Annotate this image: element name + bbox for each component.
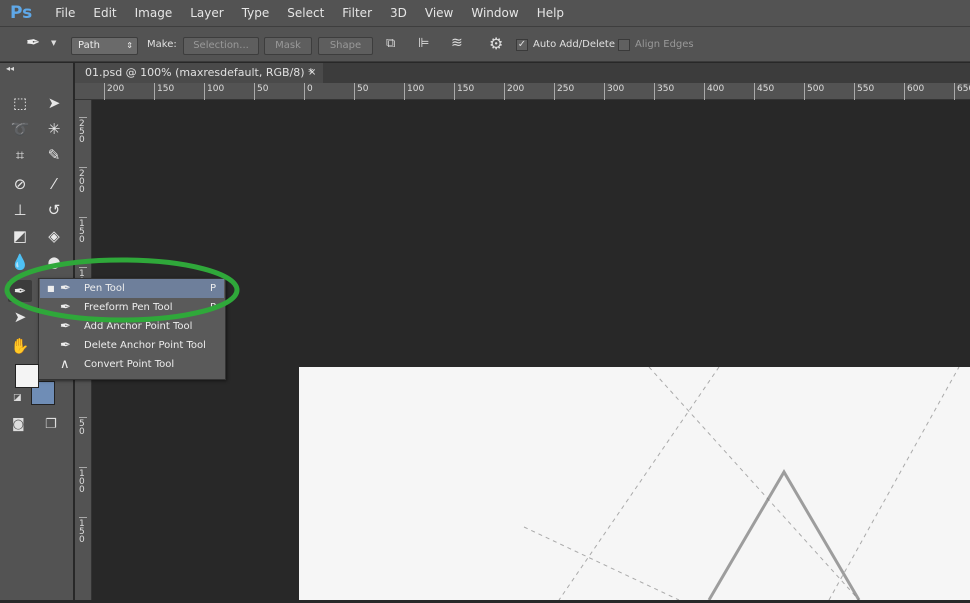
artwork bbox=[523, 366, 960, 601]
document-tab[interactable]: 01.psd @ 100% (maxresdefault, RGB/8) * × bbox=[75, 63, 323, 83]
menu-layer[interactable]: Layer bbox=[181, 6, 232, 20]
shape-button[interactable]: Shape bbox=[318, 37, 373, 55]
ruler-tick-label: 250 bbox=[554, 83, 574, 100]
path-arrangement-icon[interactable]: ≋ bbox=[451, 35, 463, 51]
path-operations-icon[interactable]: ⧉ bbox=[386, 36, 395, 51]
ruler-tick-label: 650 bbox=[954, 83, 970, 100]
ruler-tick-label: 150 bbox=[454, 83, 474, 100]
ruler-tick-label: 200 bbox=[104, 83, 124, 100]
auto-add-delete-checkbox[interactable]: ✓ bbox=[516, 39, 528, 51]
menu-filter[interactable]: Filter bbox=[333, 6, 381, 20]
menu-view[interactable]: View bbox=[416, 6, 462, 20]
lasso-tool-icon[interactable]: ➰ bbox=[8, 118, 32, 140]
mode-select[interactable]: Path ⇕ bbox=[71, 37, 138, 55]
canvas[interactable] bbox=[299, 366, 970, 601]
make-label: Make: bbox=[147, 39, 177, 50]
brush-tool-icon[interactable]: ⁄ bbox=[42, 173, 66, 195]
document-title: 01.psd @ 100% (maxresdefault, RGB/8) * bbox=[85, 66, 314, 79]
ruler-tick-label: 100 bbox=[204, 83, 224, 100]
ruler-tick-label: 50 bbox=[79, 417, 87, 437]
close-tab-icon[interactable]: × bbox=[308, 63, 316, 83]
mask-button[interactable]: Mask bbox=[264, 37, 312, 55]
ruler-tick-label: 50 bbox=[354, 83, 368, 100]
ruler-tick-label: 100 bbox=[79, 467, 87, 495]
menu-window[interactable]: Window bbox=[462, 6, 527, 20]
ruler-tick-label: 150 bbox=[79, 217, 87, 245]
flyout-item-label: Delete Anchor Point Tool bbox=[84, 340, 206, 351]
flyout-item-label: Convert Point Tool bbox=[84, 359, 175, 370]
paint-bucket-icon[interactable]: ◈ bbox=[42, 225, 66, 247]
ruler-tick-label: 150 bbox=[79, 517, 87, 545]
ruler-tick-label: 300 bbox=[604, 83, 624, 100]
move-tool-icon[interactable]: ➤ bbox=[42, 92, 66, 114]
ruler-tick-label: 450 bbox=[754, 83, 774, 100]
collapse-icon[interactable]: ◂◂ bbox=[6, 64, 14, 73]
marquee-tool-icon[interactable]: ⬚ bbox=[8, 92, 32, 114]
ruler-tick-label: 200 bbox=[504, 83, 524, 100]
ruler-tick-label: 100 bbox=[404, 83, 424, 100]
crop-tool-icon[interactable]: ⌗ bbox=[8, 144, 32, 166]
photoshop-logo: Ps bbox=[10, 3, 33, 23]
pen-variant-icon: ✒ bbox=[60, 338, 71, 353]
gear-icon[interactable]: ⚙ bbox=[489, 34, 503, 53]
ruler-tick-label: 350 bbox=[654, 83, 674, 100]
menu-help[interactable]: Help bbox=[528, 6, 573, 20]
mode-value: Path bbox=[78, 40, 100, 51]
healing-brush-icon[interactable]: ⊘ bbox=[8, 173, 32, 195]
eyedropper-icon[interactable]: ✎ bbox=[42, 144, 66, 166]
options-bar: ✒ ▼ Path ⇕ Make: Selection... Mask Shape … bbox=[0, 26, 970, 62]
eraser-icon[interactable]: ◩ bbox=[8, 225, 32, 247]
clone-stamp-icon[interactable]: ⊥ bbox=[8, 199, 32, 221]
ruler-tick-label: 400 bbox=[704, 83, 724, 100]
ruler-tick-label: 50 bbox=[254, 83, 268, 100]
menu-bar: Ps File Edit Image Layer Type Select Filter 3D V… bbox=[0, 0, 970, 26]
ruler-tick-label: 200 bbox=[79, 167, 87, 195]
horizontal-ruler: 200 150 100 50 0 50 100 150 200 250 300 350 400 450 50… bbox=[75, 83, 970, 100]
pen-variant-icon: ∧ bbox=[60, 357, 70, 372]
updown-icon: ⇕ bbox=[126, 41, 133, 50]
ruler-tick-label: 600 bbox=[904, 83, 924, 100]
menu-3d[interactable]: 3D bbox=[381, 6, 416, 20]
ruler-tick-label: 550 bbox=[854, 83, 874, 100]
chevron-down-icon[interactable]: ▼ bbox=[51, 39, 56, 47]
selection-button[interactable]: Selection... bbox=[183, 37, 259, 55]
flyout-item[interactable]: ∧ Convert Point Tool bbox=[40, 355, 224, 374]
history-brush-icon[interactable]: ↺ bbox=[42, 199, 66, 221]
foreground-color-front[interactable] bbox=[15, 364, 39, 388]
ruler-tick-label: 500 bbox=[804, 83, 824, 100]
menu-select[interactable]: Select bbox=[278, 6, 333, 20]
hand-tool-icon[interactable]: ✋ bbox=[8, 335, 32, 357]
magic-wand-icon[interactable]: ✳ bbox=[42, 118, 66, 140]
ruler-tick-label: 150 bbox=[154, 83, 174, 100]
path-alignment-icon[interactable]: ⊫ bbox=[418, 36, 429, 51]
ruler-tick-label: 0 bbox=[304, 83, 313, 100]
default-colors-icon[interactable]: ◪ bbox=[13, 393, 22, 403]
screen-mode-icon[interactable]: ❐ bbox=[45, 417, 57, 432]
quick-mask-icon[interactable]: ◙ bbox=[12, 417, 25, 432]
align-edges-checkbox[interactable] bbox=[618, 39, 630, 51]
menu-edit[interactable]: Edit bbox=[84, 6, 125, 20]
menu-file[interactable]: File bbox=[46, 6, 84, 20]
menu-image[interactable]: Image bbox=[126, 6, 182, 20]
auto-add-delete-label: Auto Add/Delete bbox=[533, 39, 615, 50]
ruler-tick-label: 250 bbox=[79, 117, 87, 145]
flyout-item[interactable]: ✒ Delete Anchor Point Tool bbox=[40, 336, 224, 355]
pen-tool-preset-icon[interactable]: ✒ bbox=[26, 33, 40, 53]
align-edges-label: Align Edges bbox=[635, 39, 694, 50]
menu-type[interactable]: Type bbox=[233, 6, 279, 20]
highlight-ellipse bbox=[4, 257, 240, 323]
